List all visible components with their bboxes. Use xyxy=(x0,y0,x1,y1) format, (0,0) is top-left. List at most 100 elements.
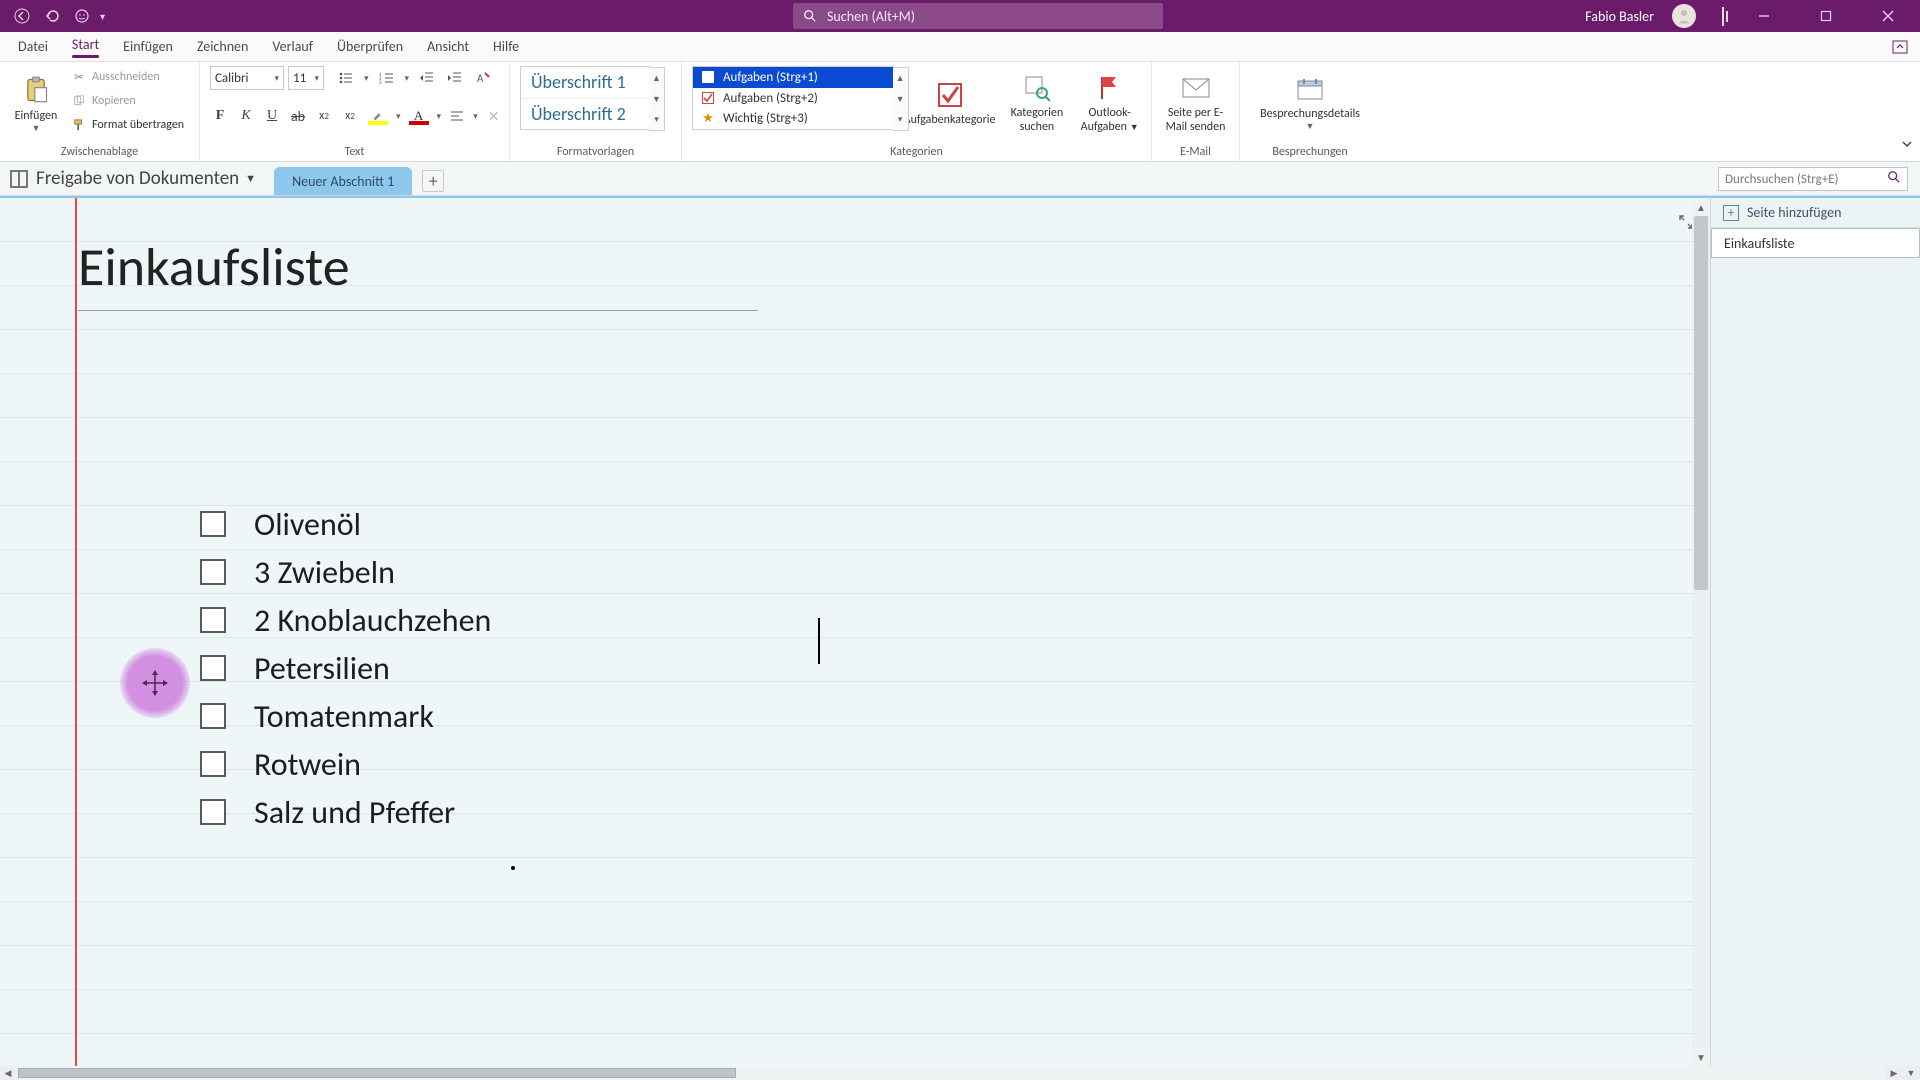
back-icon[interactable] xyxy=(14,8,30,24)
search-pages-input[interactable]: Durchsuchen (Strg+E) xyxy=(1718,167,1908,191)
tags-scroll-up-icon[interactable]: ▲ xyxy=(893,68,908,89)
font-size-select[interactable]: 11▾ xyxy=(288,66,324,90)
tab-einfuegen[interactable]: Einfügen xyxy=(111,32,185,61)
highlight-button[interactable] xyxy=(366,106,390,126)
checklist-item-text[interactable]: Olivenöl xyxy=(254,505,361,544)
checklist-row[interactable]: 3 Zwiebeln xyxy=(200,550,491,594)
checkbox-icon[interactable] xyxy=(200,655,226,681)
style-heading1[interactable]: Überschrift 1 xyxy=(521,67,649,99)
maximize-button[interactable] xyxy=(1804,0,1848,32)
user-name[interactable]: Fabio Basler xyxy=(1585,8,1654,25)
touch-mode-icon[interactable] xyxy=(74,8,90,24)
tags-scroll-down-icon[interactable]: ▼ xyxy=(893,89,908,110)
scroll-thumb[interactable] xyxy=(1694,216,1708,590)
ribbon-collapse-icon[interactable] xyxy=(1900,137,1914,155)
find-tags-button[interactable]: Kategorien suchen xyxy=(1006,66,1069,142)
scroll-down-icon[interactable]: ▼ xyxy=(1692,1048,1710,1066)
section-tab[interactable]: Neuer Abschnitt 1 xyxy=(274,167,412,195)
styles-scroll-up-icon[interactable]: ▲ xyxy=(649,68,664,89)
font-name-select[interactable]: Calibri▾ xyxy=(210,66,284,90)
notebook-icon[interactable] xyxy=(10,170,28,188)
notebook-dropdown-icon[interactable]: ▼ xyxy=(245,172,256,185)
checkbox-icon[interactable] xyxy=(200,751,226,777)
page-list-item[interactable]: Einkaufsliste xyxy=(1711,228,1920,258)
tab-ueberpruefen[interactable]: Überprüfen xyxy=(325,32,415,61)
clear-formatting-button[interactable]: A xyxy=(473,68,493,88)
checklist-item-text[interactable]: Petersilien xyxy=(254,649,390,688)
style-heading2[interactable]: Überschrift 2 xyxy=(521,99,649,130)
add-section-button[interactable]: + xyxy=(422,170,444,192)
vertical-scrollbar[interactable]: ▲ ▼ xyxy=(1692,198,1710,1066)
scroll-up-icon[interactable]: ▲ xyxy=(1692,198,1710,216)
align-button[interactable] xyxy=(447,106,467,126)
checklist-item-text[interactable]: 3 Zwiebeln xyxy=(254,553,395,592)
superscript-button[interactable]: x2 xyxy=(340,106,360,126)
subscript-button[interactable]: x2 xyxy=(314,106,334,126)
checkbox-icon[interactable] xyxy=(200,799,226,825)
checklist-item-text[interactable]: 2 Knoblauchzehen xyxy=(254,601,491,640)
scroll-right-icon[interactable]: ▶ xyxy=(1886,1066,1902,1080)
checkbox-icon[interactable] xyxy=(200,511,226,537)
notebook-name[interactable]: Freigabe von Dokumenten xyxy=(36,167,239,190)
delete-button[interactable]: ✕ xyxy=(484,106,504,126)
decrease-indent-button[interactable] xyxy=(417,68,437,88)
tag-item-3[interactable]: ★ Wichtig (Strg+3) xyxy=(693,108,893,129)
scroll-left-icon[interactable]: ◀ xyxy=(0,1066,16,1080)
bold-button[interactable]: F xyxy=(210,106,230,126)
page-title-container[interactable]: Einkaufsliste xyxy=(78,234,758,311)
undo-icon[interactable] xyxy=(44,8,60,24)
meeting-details-button[interactable]: Besprechungsdetails ▼ xyxy=(1250,66,1370,142)
styles-gallery[interactable]: Überschrift 1 Überschrift 2 ▲ ▼ ▾ xyxy=(520,66,650,130)
numbered-list-button[interactable]: 123 xyxy=(377,68,397,88)
checklist-row[interactable]: Rotwein xyxy=(200,742,491,786)
email-page-button[interactable]: Seite per E- Mail senden xyxy=(1162,66,1229,142)
bullet-list-button[interactable] xyxy=(336,68,356,88)
scroll-track[interactable] xyxy=(1692,216,1710,1048)
hscroll-thumb[interactable] xyxy=(18,1068,736,1078)
scroll-corner-icon[interactable]: ▼ xyxy=(1902,1066,1920,1080)
tab-hilfe[interactable]: Hilfe xyxy=(481,32,531,61)
collapse-ribbon-icon[interactable] xyxy=(1890,38,1910,56)
close-button[interactable] xyxy=(1866,0,1910,32)
italic-button[interactable]: K xyxy=(236,106,256,126)
styles-scroll-down-icon[interactable]: ▼ xyxy=(649,89,664,110)
checkbox-icon[interactable] xyxy=(200,559,226,585)
window-mode-icon[interactable] xyxy=(1722,8,1724,25)
tags-expand-icon[interactable]: ▾ xyxy=(893,109,908,130)
styles-expand-icon[interactable]: ▾ xyxy=(649,109,664,130)
global-search[interactable]: Suchen (Alt+M) xyxy=(793,3,1163,29)
qat-customize-icon[interactable]: ▾ xyxy=(100,10,105,23)
task-category-button[interactable]: Aufgabenkategorie xyxy=(904,66,996,142)
tags-gallery[interactable]: Aufgaben (Strg+1) Aufgaben (Strg+2) ★ Wi… xyxy=(692,66,894,130)
underline-button[interactable]: U xyxy=(262,106,282,126)
strikethrough-button[interactable]: ab xyxy=(288,106,308,126)
tab-start[interactable]: Start xyxy=(60,30,111,64)
checklist-item-text[interactable]: Tomatenmark xyxy=(254,697,434,736)
checklist-row[interactable]: Tomatenmark xyxy=(200,694,491,738)
user-avatar-icon[interactable] xyxy=(1672,4,1696,28)
tab-datei[interactable]: Datei xyxy=(6,32,60,61)
checkbox-icon[interactable] xyxy=(200,607,226,633)
checklist-item-text[interactable]: Rotwein xyxy=(254,745,361,784)
checklist-row[interactable]: Salz und Pfeffer xyxy=(200,790,491,834)
checklist-row[interactable]: Olivenöl xyxy=(200,502,491,546)
checkbox-icon[interactable] xyxy=(200,703,226,729)
page-canvas[interactable]: Einkaufsliste Olivenöl 3 Zwiebeln 2 Knob… xyxy=(0,196,1710,1066)
copy-button[interactable]: Kopieren xyxy=(72,90,184,112)
horizontal-scrollbar[interactable]: ◀ ▶ ▼ xyxy=(0,1066,1902,1080)
format-painter-button[interactable]: Format übertragen xyxy=(72,114,184,136)
add-page-button[interactable]: + Seite hinzufügen xyxy=(1711,198,1920,228)
page-title-text[interactable]: Einkaufsliste xyxy=(78,234,758,300)
checklist-item-text[interactable]: Salz und Pfeffer xyxy=(254,793,455,832)
minimize-button[interactable] xyxy=(1742,0,1786,32)
paste-button[interactable]: Einfügen ▼ xyxy=(10,66,62,142)
tab-verlauf[interactable]: Verlauf xyxy=(260,32,325,61)
checklist-block[interactable]: Olivenöl 3 Zwiebeln 2 Knoblauchzehen Pet… xyxy=(200,502,491,834)
tab-ansicht[interactable]: Ansicht xyxy=(415,32,481,61)
checklist-row[interactable]: 2 Knoblauchzehen xyxy=(200,598,491,642)
tag-item-1[interactable]: Aufgaben (Strg+1) xyxy=(693,67,893,88)
font-color-button[interactable]: A xyxy=(407,106,431,126)
checklist-row[interactable]: Petersilien xyxy=(200,646,491,690)
cut-button[interactable]: ✂ Ausschneiden xyxy=(72,66,184,88)
outlook-tasks-button[interactable]: Outlook- Aufgaben ▼ xyxy=(1078,66,1141,142)
